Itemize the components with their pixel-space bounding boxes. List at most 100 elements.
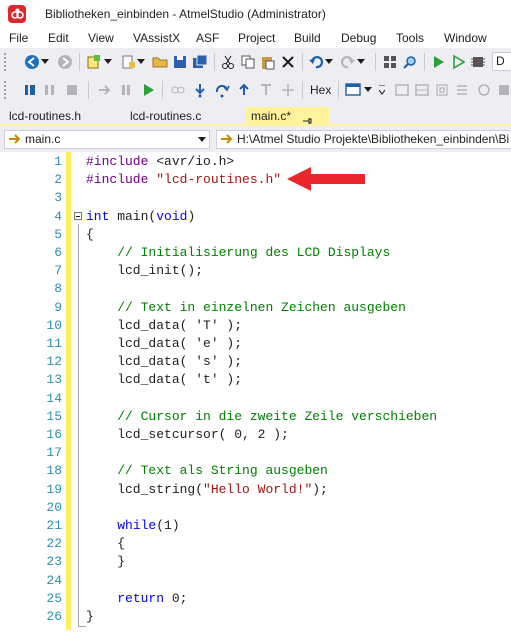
redo-icon[interactable] (338, 52, 358, 72)
pause-icon[interactable] (116, 80, 136, 100)
copy-icon[interactable] (238, 52, 258, 72)
code-line[interactable]: 16 lcd_setcursor( 0, 2 ); (0, 426, 511, 444)
paste-icon[interactable] (258, 52, 278, 72)
code-text[interactable]: while(1) (86, 517, 179, 535)
code-line[interactable]: 3 (0, 189, 511, 207)
code-editor[interactable]: 1 #include <avr/io.h> 2 #include "lcd-routi… (0, 152, 511, 643)
code-text[interactable]: } (86, 608, 94, 626)
code-line[interactable]: 8 (0, 280, 511, 298)
code-line[interactable]: 18 // Text als String ausgeben (0, 462, 511, 480)
code-text[interactable]: lcd_string("Hello World!"); (86, 481, 328, 499)
toolbar-overflow-icon[interactable] (378, 80, 386, 100)
menu-view[interactable]: View (88, 31, 114, 45)
code-text[interactable]: // Cursor in die zweite Zeile verschiebe… (86, 408, 437, 426)
code-text[interactable]: } (86, 553, 125, 571)
toolbar-grip[interactable] (3, 80, 7, 100)
menu-window[interactable]: Window (444, 31, 487, 45)
code-line[interactable]: 17 (0, 444, 511, 462)
show-next-statement-icon[interactable] (168, 80, 188, 100)
code-line[interactable]: 10 lcd_data( 'T' ); (0, 317, 511, 335)
code-text[interactable]: #include <avr/io.h> (86, 153, 234, 171)
menu-tools[interactable]: Tools (396, 31, 424, 45)
code-line[interactable]: 26} (0, 608, 511, 626)
code-text[interactable]: lcd_data( 's' ); (86, 353, 242, 371)
break-all-icon[interactable] (40, 80, 60, 100)
menu-vassistx[interactable]: VAssistX (133, 31, 180, 45)
menu-build[interactable]: Build (294, 31, 321, 45)
start-debugging-icon[interactable] (428, 52, 448, 72)
menu-project[interactable]: Project (238, 31, 275, 45)
code-line[interactable]: 23 } (0, 553, 511, 571)
code-line[interactable]: 21 while(1) (0, 517, 511, 535)
file-path-combo[interactable]: H:\Atmel Studio Projekte\Bibliotheken_ei… (216, 130, 511, 149)
processor-view-icon[interactable] (494, 80, 511, 100)
step-into-icon[interactable] (190, 80, 210, 100)
watch-view-icon[interactable] (474, 80, 494, 100)
code-line[interactable]: 1 #include <avr/io.h> (0, 153, 511, 171)
continue-icon[interactable] (94, 80, 114, 100)
run-icon[interactable] (138, 80, 158, 100)
code-line[interactable]: 13 lcd_data( 't' ); (0, 371, 511, 389)
new-project-icon[interactable] (84, 52, 104, 72)
menu-file[interactable]: File (9, 31, 28, 45)
debug-windows-dropdown-icon[interactable] (363, 80, 373, 100)
code-line[interactable]: 11 lcd_data( 'e' ); (0, 335, 511, 353)
save-icon[interactable] (170, 52, 190, 72)
code-line[interactable]: 15 // Cursor in die zweite Zeile verschi… (0, 408, 511, 426)
memory-view-icon[interactable] (392, 80, 412, 100)
code-text[interactable]: lcd_init(); (86, 262, 203, 280)
run-to-cursor-icon[interactable] (256, 80, 276, 100)
code-line[interactable]: 12 lcd_data( 's' ); (0, 353, 511, 371)
start-without-debugging-icon[interactable] (448, 52, 468, 72)
code-text[interactable]: lcd_data( 'T' ); (86, 317, 242, 335)
code-text[interactable]: return 0; (86, 590, 187, 608)
registers-view-icon[interactable] (412, 80, 432, 100)
code-line[interactable]: 7 lcd_init(); (0, 262, 511, 280)
code-text[interactable]: // Text als String ausgeben (86, 462, 328, 480)
new-dropdown-icon[interactable] (103, 52, 113, 72)
code-line[interactable]: 5{ (0, 226, 511, 244)
menu-asf[interactable]: ASF (196, 31, 219, 45)
code-line[interactable]: 9 // Text in einzelnen Zeichen ausgeben (0, 299, 511, 317)
navigate-forward-icon[interactable] (55, 52, 75, 72)
stop-debugging-icon[interactable] (20, 80, 40, 100)
code-text[interactable]: #include "lcd-routines.h" (86, 171, 281, 189)
code-text[interactable]: { (86, 226, 94, 244)
redo-dropdown-icon[interactable] (356, 52, 366, 72)
code-text[interactable]: // Initialisierung des LCD Displays (86, 244, 390, 262)
disassembly-view-icon[interactable] (452, 80, 472, 100)
solution-explorer-icon[interactable] (380, 52, 400, 72)
code-line[interactable]: 4 int main(void) (0, 208, 511, 226)
delete-icon[interactable] (278, 52, 298, 72)
code-text[interactable]: lcd_data( 't' ); (86, 371, 242, 389)
code-text[interactable]: { (86, 535, 125, 553)
add-dropdown-icon[interactable] (136, 52, 146, 72)
io-view-icon[interactable] (432, 80, 452, 100)
code-line[interactable]: 20 (0, 499, 511, 517)
back-dropdown-icon[interactable] (40, 52, 50, 72)
code-line[interactable]: 24 (0, 572, 511, 590)
code-line[interactable]: 6 // Initialisierung des LCD Displays (0, 244, 511, 262)
code-text[interactable]: int main(void) (86, 208, 195, 226)
step-over-icon[interactable] (212, 80, 232, 100)
code-line[interactable]: 2 #include "lcd-routines.h" (0, 171, 511, 189)
save-all-icon[interactable] (190, 52, 210, 72)
code-line[interactable]: 14 (0, 390, 511, 408)
code-text[interactable]: lcd_setcursor( 0, 2 ); (86, 426, 289, 444)
code-line[interactable]: 25 return 0; (0, 590, 511, 608)
hex-display-toggle[interactable]: Hex (310, 83, 331, 97)
code-text[interactable]: lcd_data( 'e' ); (86, 335, 242, 353)
device-combo[interactable]: D (492, 52, 511, 71)
open-folder-icon[interactable] (150, 52, 170, 72)
menu-edit[interactable]: Edit (48, 31, 69, 45)
code-line[interactable]: 22 { (0, 535, 511, 553)
find-icon[interactable] (400, 52, 420, 72)
toolbar-grip[interactable] (3, 52, 7, 72)
debug-windows-icon[interactable] (344, 80, 364, 100)
add-item-icon[interactable] (118, 52, 138, 72)
stop-icon[interactable] (62, 80, 82, 100)
undo-dropdown-icon[interactable] (324, 52, 334, 72)
device-programming-icon[interactable] (468, 52, 488, 72)
cut-icon[interactable] (218, 52, 238, 72)
reset-icon[interactable] (278, 80, 298, 100)
